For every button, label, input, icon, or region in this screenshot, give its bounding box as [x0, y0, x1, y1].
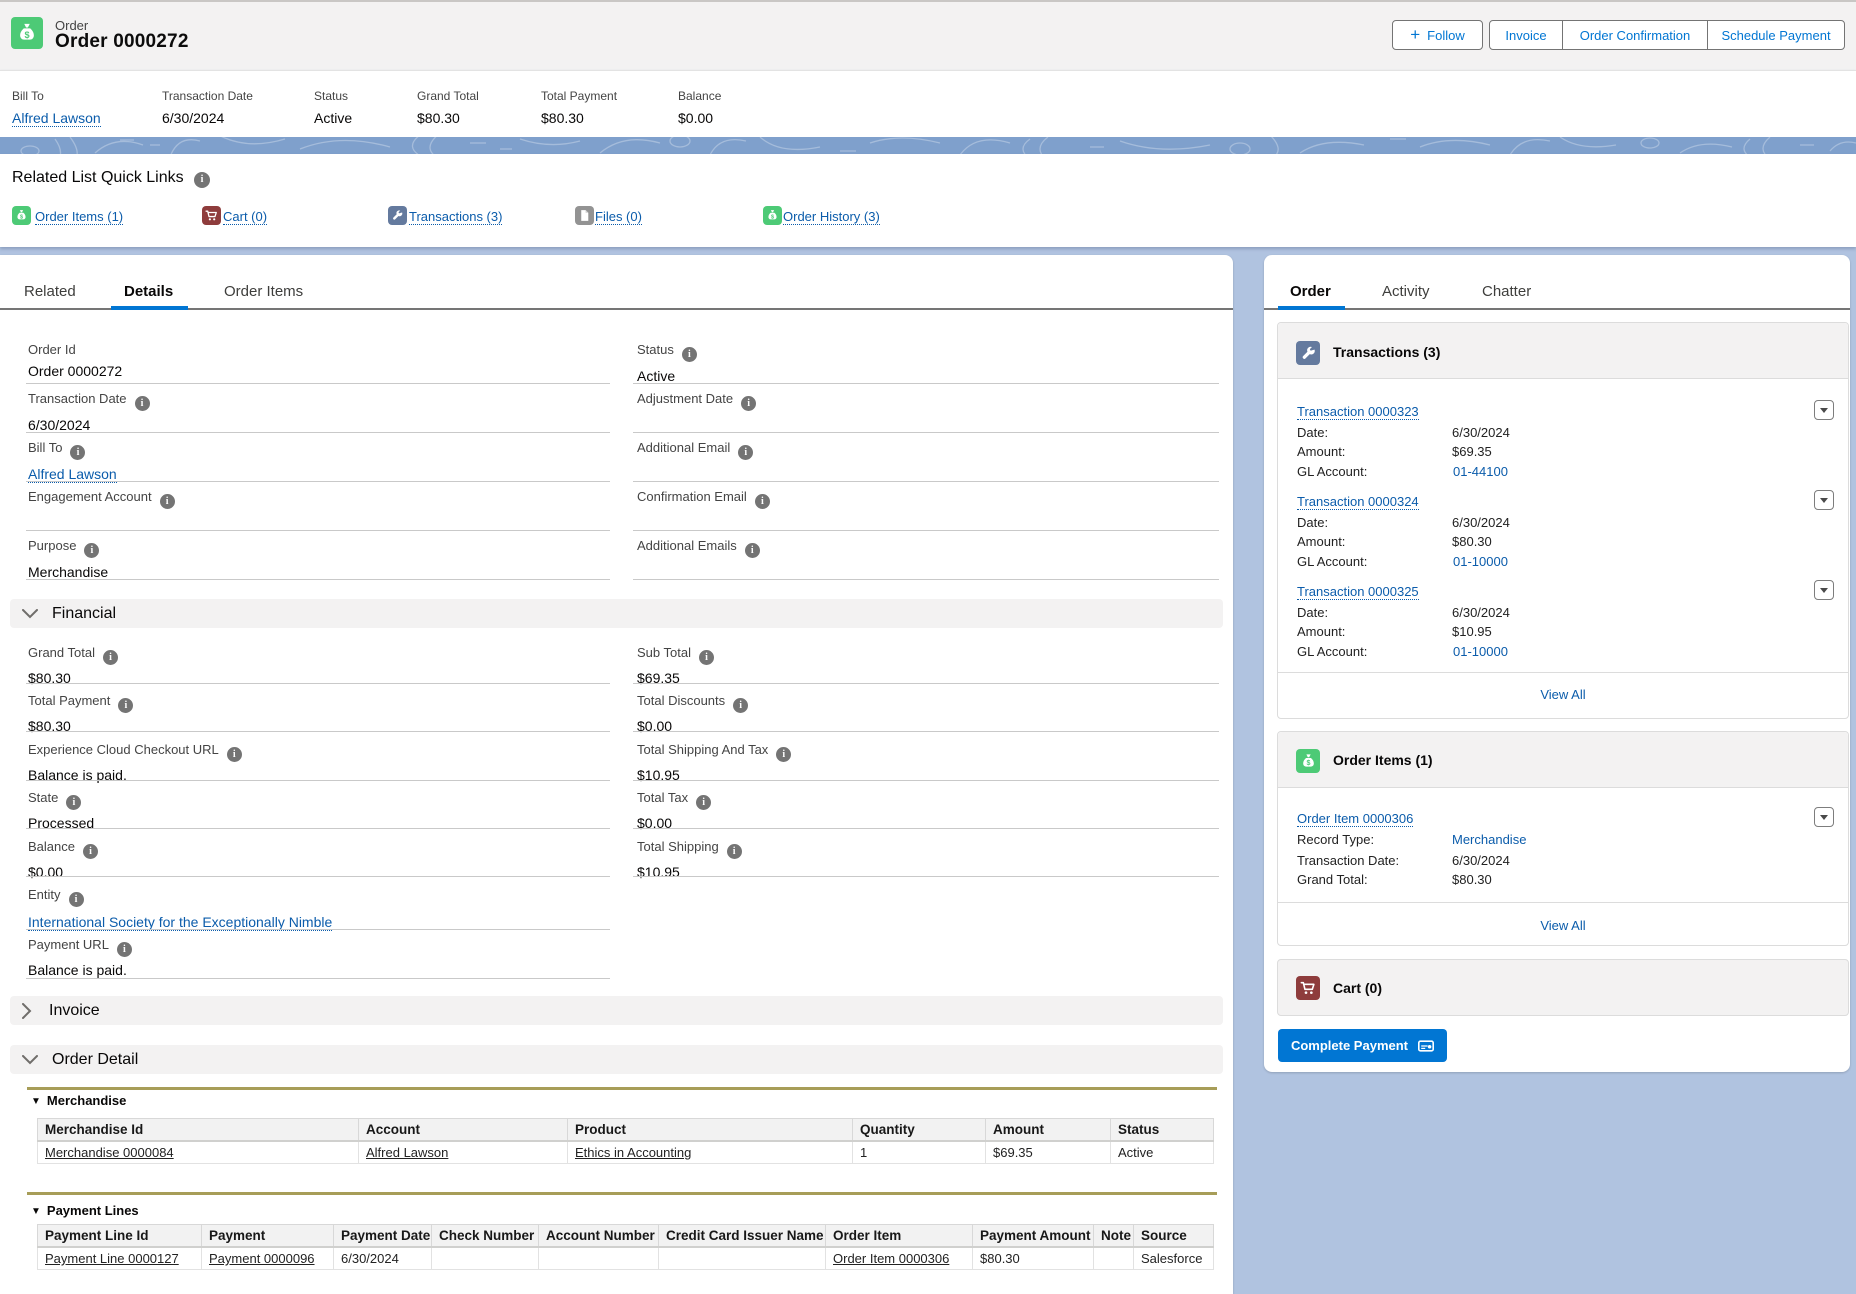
svg-text:$: $ [771, 214, 774, 220]
svg-text:$: $ [20, 214, 23, 220]
svg-text:$: $ [24, 30, 29, 40]
svg-text:$: $ [1306, 759, 1310, 767]
